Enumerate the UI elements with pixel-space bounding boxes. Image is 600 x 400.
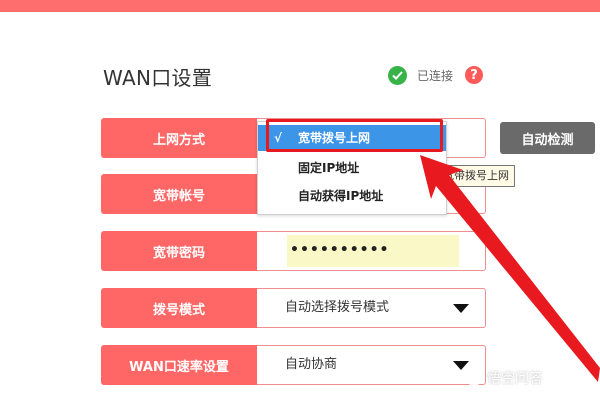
watermark-text: 悟空问答 — [487, 371, 543, 387]
watermark-logo-icon — [466, 370, 482, 386]
annotation-arrow-icon — [420, 155, 600, 382]
watermark: 悟空问答 — [466, 368, 543, 388]
